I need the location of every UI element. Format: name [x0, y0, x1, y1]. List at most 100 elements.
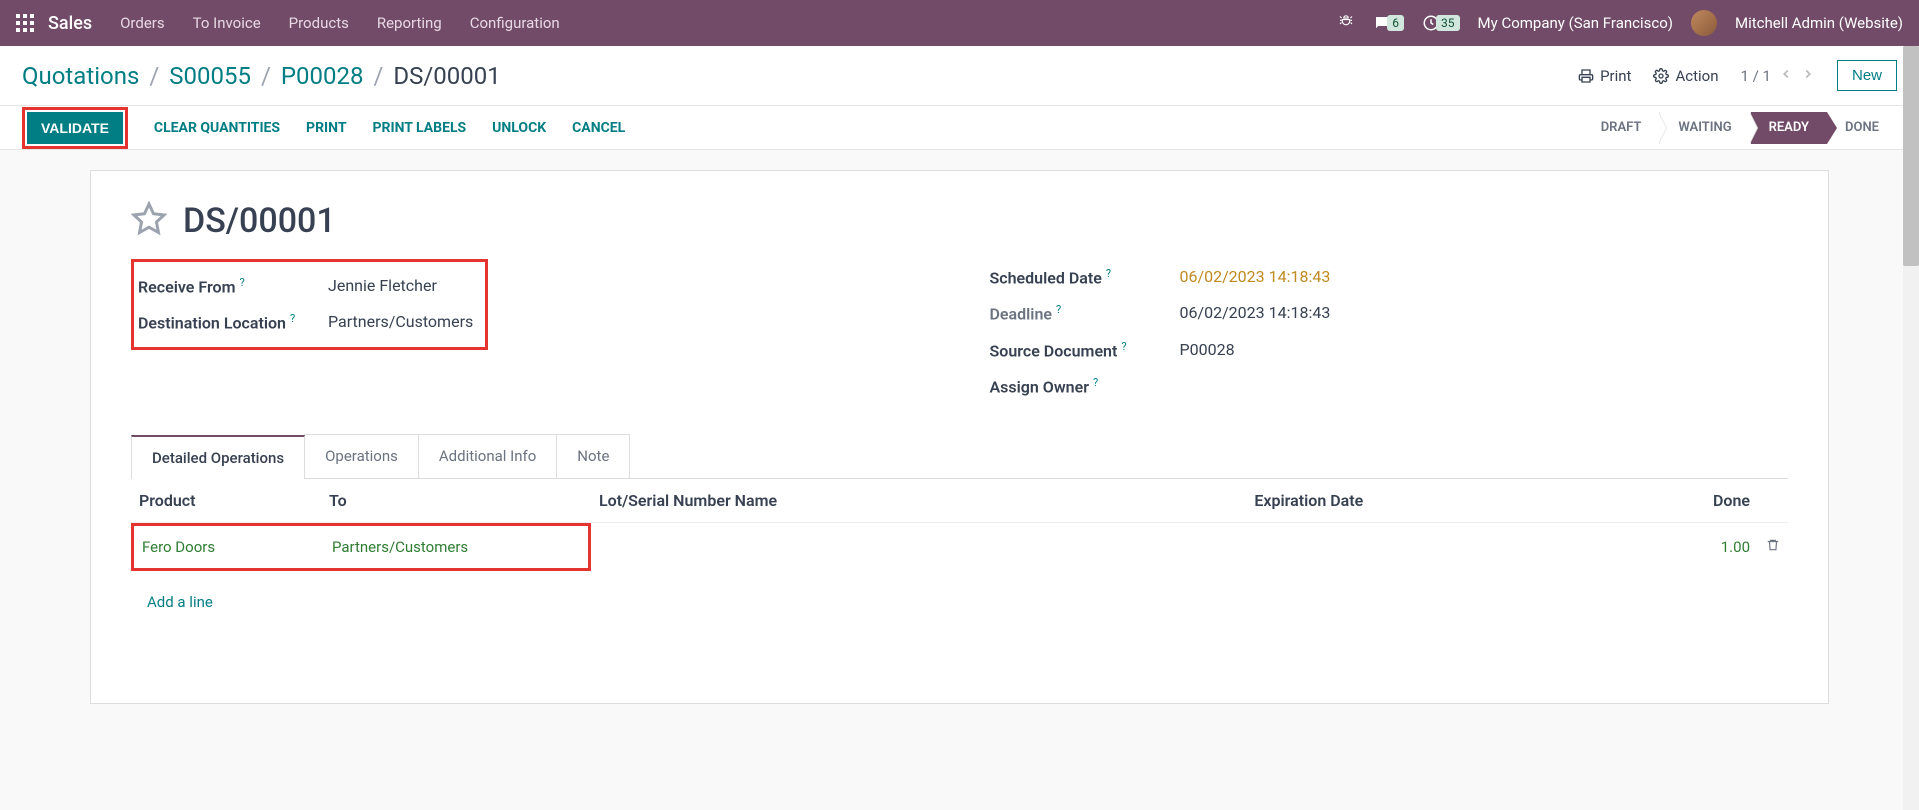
status-draft[interactable]: DRAFT: [1583, 112, 1661, 144]
owner-label: Assign Owner ?: [990, 376, 1160, 396]
pager-prev[interactable]: [1779, 67, 1793, 85]
scheduled-value[interactable]: 06/02/2023 14:18:43: [1180, 267, 1331, 287]
status-waiting[interactable]: WAITING: [1660, 112, 1750, 144]
menu-orders[interactable]: Orders: [120, 14, 165, 32]
highlight-product-to: Fero Doors Partners/Customers: [131, 523, 591, 571]
dest-loc-label: Destination Location ?: [138, 312, 308, 332]
tab-operations[interactable]: Operations: [304, 434, 419, 478]
validate-button[interactable]: VALIDATE: [27, 112, 123, 144]
top-menu: Orders To Invoice Products Reporting Con…: [120, 14, 560, 32]
unlock-button[interactable]: UNLOCK: [492, 120, 546, 136]
cell-lot[interactable]: [591, 523, 1246, 572]
print-labels-button[interactable]: PRINT LABELS: [373, 120, 467, 136]
cell-delete[interactable]: [1758, 523, 1788, 572]
activities-icon[interactable]: 35: [1422, 14, 1460, 32]
apps-icon[interactable]: [16, 14, 34, 32]
print-button-bar[interactable]: PRINT: [306, 120, 346, 136]
receive-from-row: Receive From ? Jennie Fletcher: [138, 268, 473, 304]
dest-loc-value[interactable]: Partners/Customers: [328, 312, 473, 332]
breadcrumb-sep: /: [373, 62, 383, 90]
breadcrumb-sep: /: [149, 62, 159, 90]
priority-star-icon[interactable]: [131, 201, 167, 241]
action-button[interactable]: Action: [1653, 67, 1718, 85]
app-name[interactable]: Sales: [48, 13, 92, 34]
source-row: Source Document ? P00028: [990, 332, 1789, 368]
help-icon[interactable]: ?: [1093, 376, 1098, 389]
menu-configuration[interactable]: Configuration: [470, 14, 560, 32]
print-button[interactable]: Print: [1578, 67, 1631, 85]
scrollbar[interactable]: [1903, 46, 1919, 810]
help-icon[interactable]: ?: [239, 276, 244, 289]
col-lot[interactable]: Lot/Serial Number Name: [591, 479, 1246, 523]
help-icon[interactable]: ?: [1056, 303, 1061, 316]
content: DS/00001 Receive From ? Jennie Fletcher …: [0, 150, 1919, 724]
scheduled-label: Scheduled Date ?: [990, 267, 1160, 287]
help-icon[interactable]: ?: [1121, 340, 1126, 353]
menu-products[interactable]: Products: [289, 14, 349, 32]
print-icon: [1578, 68, 1594, 84]
new-button[interactable]: New: [1837, 60, 1897, 91]
title-row: DS/00001: [131, 201, 1788, 241]
help-icon[interactable]: ?: [290, 312, 295, 325]
menu-to-invoice[interactable]: To Invoice: [193, 14, 261, 32]
form-left-col: Receive From ? Jennie Fletcher Destinati…: [131, 259, 930, 404]
tab-note[interactable]: Note: [556, 434, 630, 478]
source-value[interactable]: P00028: [1180, 340, 1235, 360]
cell-exp[interactable]: [1246, 523, 1668, 572]
company-switcher[interactable]: My Company (San Francisco): [1478, 14, 1673, 32]
menu-reporting[interactable]: Reporting: [377, 14, 442, 32]
cp-right: Print Action 1 / 1 New: [1578, 60, 1897, 91]
cell-done[interactable]: 1.00: [1668, 523, 1758, 572]
scheduled-row: Scheduled Date ? 06/02/2023 14:18:43: [990, 259, 1789, 295]
user-menu[interactable]: Mitchell Admin (Website): [1735, 14, 1903, 32]
cell-to[interactable]: Partners/Customers: [324, 526, 588, 568]
col-delete: [1758, 479, 1788, 523]
breadcrumb-s00055[interactable]: S00055: [169, 62, 251, 90]
pager: 1 / 1: [1740, 67, 1815, 85]
topbar: Sales Orders To Invoice Products Reporti…: [0, 0, 1919, 46]
col-exp[interactable]: Expiration Date: [1246, 479, 1668, 523]
tabs: Detailed Operations Operations Additiona…: [131, 434, 1788, 479]
tab-additional-info[interactable]: Additional Info: [418, 434, 557, 478]
action-bar: VALIDATE CLEAR QUANTITIES PRINT PRINT LA…: [0, 106, 1919, 150]
messages-badge: 6: [1387, 15, 1404, 31]
status-ready[interactable]: READY: [1751, 112, 1827, 144]
messages-icon[interactable]: 6: [1373, 14, 1404, 32]
breadcrumb-sep: /: [261, 62, 271, 90]
cell-product[interactable]: Fero Doors: [134, 526, 324, 568]
trash-icon[interactable]: [1766, 538, 1780, 556]
col-product[interactable]: Product: [131, 479, 321, 523]
lines-table: Product To Lot/Serial Number Name Expira…: [131, 479, 1788, 673]
form-sheet: DS/00001 Receive From ? Jennie Fletcher …: [90, 170, 1829, 704]
control-panel: Quotations / S00055 / P00028 / DS/00001 …: [0, 46, 1919, 106]
dest-loc-row: Destination Location ? Partners/Customer…: [138, 304, 473, 340]
help-icon[interactable]: ?: [1106, 267, 1111, 280]
breadcrumb: Quotations / S00055 / P00028 / DS/00001: [22, 62, 501, 90]
tab-detailed-operations[interactable]: Detailed Operations: [131, 435, 305, 479]
pager-next[interactable]: [1801, 67, 1815, 85]
cancel-button[interactable]: CANCEL: [572, 120, 625, 136]
breadcrumb-p00028[interactable]: P00028: [281, 62, 364, 90]
statusbar: DRAFT WAITING READY DONE: [1583, 112, 1897, 144]
highlight-receive-dest: Receive From ? Jennie Fletcher Destinati…: [131, 259, 488, 350]
scrollbar-thumb[interactable]: [1903, 46, 1919, 266]
add-a-line[interactable]: Add a line: [139, 583, 1780, 621]
topbar-right: 6 35 My Company (San Francisco) Mitchell…: [1337, 10, 1903, 36]
highlight-validate: VALIDATE: [22, 107, 128, 149]
deadline-label: Deadline ?: [990, 303, 1160, 323]
status-done[interactable]: DONE: [1827, 112, 1897, 144]
form-right-col: Scheduled Date ? 06/02/2023 14:18:43 Dea…: [990, 259, 1789, 404]
form-grid: Receive From ? Jennie Fletcher Destinati…: [131, 259, 1788, 404]
breadcrumb-current: DS/00001: [393, 62, 500, 90]
bug-icon[interactable]: [1337, 12, 1355, 34]
receive-from-value[interactable]: Jennie Fletcher: [328, 276, 437, 296]
pager-count[interactable]: 1 / 1: [1740, 67, 1771, 85]
col-to[interactable]: To: [321, 479, 591, 523]
owner-row: Assign Owner ?: [990, 368, 1789, 404]
avatar[interactable]: [1691, 10, 1717, 36]
deadline-value: 06/02/2023 14:18:43: [1180, 303, 1331, 323]
breadcrumb-quotations[interactable]: Quotations: [22, 62, 139, 90]
receive-from-label: Receive From ?: [138, 276, 308, 296]
col-done[interactable]: Done: [1668, 479, 1758, 523]
clear-quantities-button[interactable]: CLEAR QUANTITIES: [154, 120, 280, 136]
